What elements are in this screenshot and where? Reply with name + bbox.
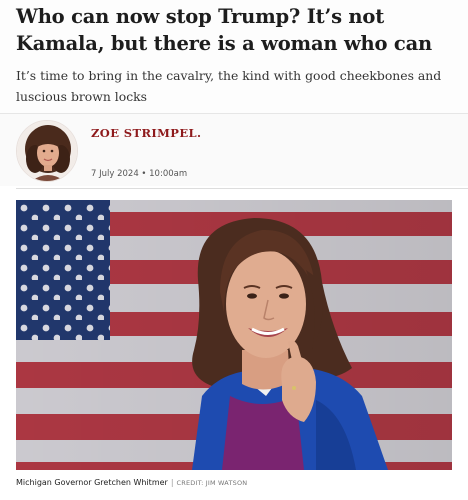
- publish-date: 7 July 2024 • 10:00am: [91, 169, 188, 179]
- author-name[interactable]: ZOE STRIMPEL.: [91, 126, 201, 140]
- article-header: Who can now stop Trump? It’s not Kamala,…: [0, 0, 468, 113]
- byline: ZOE STRIMPEL. 7 July 2024 • 10:00am: [0, 114, 468, 186]
- divider: [16, 188, 468, 189]
- image-caption: Michigan Governor Gretchen Whitmer | CREDI…: [16, 478, 247, 487]
- headline: Who can now stop Trump? It’s not Kamala,…: [16, 5, 433, 55]
- author-avatar[interactable]: [16, 120, 78, 182]
- lead-image: [16, 200, 452, 470]
- caption-separator: |: [170, 478, 174, 487]
- standfirst: It’s time to bring in the cavalry, the k…: [16, 68, 442, 104]
- photo-credit: CREDIT: JIM WATSON: [176, 479, 248, 487]
- caption-text: Michigan Governor Gretchen Whitmer: [16, 478, 168, 487]
